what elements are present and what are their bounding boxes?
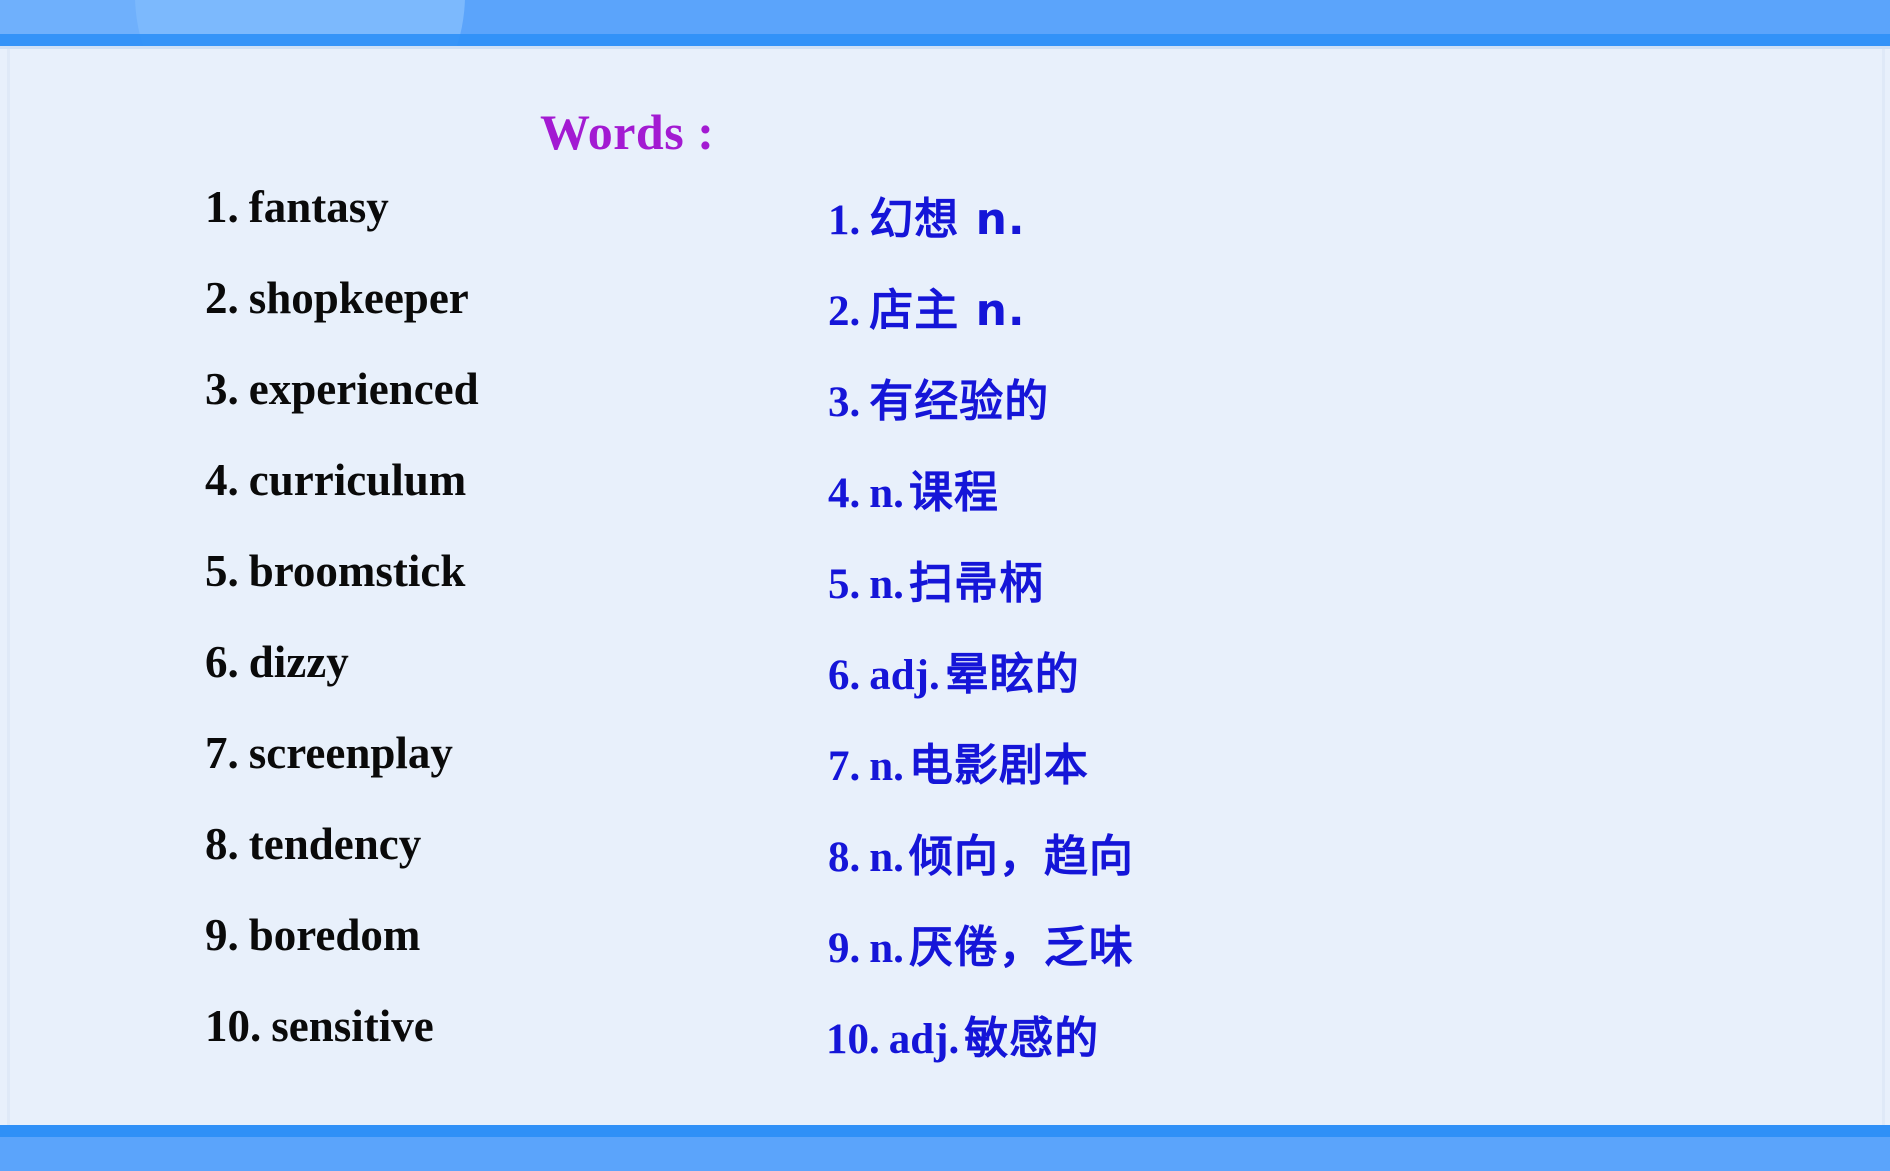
english-word: fantasy <box>248 182 389 232</box>
chinese-entry: 8. n. 倾向，趋向 <box>828 820 1134 884</box>
part-of-speech: n. <box>869 834 904 881</box>
chinese-entry: 5. n. 扫帚柄 <box>828 547 1044 611</box>
chinese-gloss: 电影剧本 <box>908 740 1089 791</box>
part-of-speech: n. <box>869 561 904 608</box>
english-word: broomstick <box>248 546 466 596</box>
chinese-gloss: 厌倦，乏味 <box>908 922 1134 973</box>
chinese-entry: 2. 店主 n. <box>828 274 1026 338</box>
english-index: 8. <box>205 819 239 869</box>
vocabulary-row: 6. dizzy 6. adj. 晕眩的 <box>0 636 1890 727</box>
chinese-entry: 3. 有经验的 <box>828 365 1049 429</box>
page-title: Words : <box>540 104 715 160</box>
vocabulary-list: 1. fantasy 1. 幻想 n. 2. shopkeeper 2. 店主 n. 3… <box>0 181 1890 1091</box>
vocabulary-row: 1. fantasy 1. 幻想 n. <box>0 181 1890 272</box>
part-of-speech: n. <box>869 470 904 517</box>
vocabulary-row: 9. boredom 9. n. 厌倦，乏味 <box>0 909 1890 1000</box>
english-index: 9. <box>205 910 239 960</box>
english-word: tendency <box>248 819 422 869</box>
vocabulary-row: 10. sensitive 10. adj. 敏感的 <box>0 1000 1890 1091</box>
chinese-index: 9. <box>828 925 861 972</box>
chinese-index: 7. <box>828 743 861 790</box>
english-entry: 1. fantasy <box>205 181 389 233</box>
part-of-speech: adj. <box>888 1016 960 1063</box>
english-index: 3. <box>205 364 239 414</box>
english-entry: 5. broomstick <box>205 545 465 597</box>
english-word: sensitive <box>271 1001 434 1051</box>
chinese-gloss: 有经验的 <box>869 376 1050 427</box>
slide-content: Words : 1. fantasy 1. 幻想 n. 2. shopkeeper 2… <box>0 49 1890 1125</box>
english-entry: 9. boredom <box>205 909 420 961</box>
english-word: experienced <box>248 364 479 414</box>
vocabulary-row: 4. curriculum 4. n. 课程 <box>0 454 1890 545</box>
english-entry: 4. curriculum <box>205 454 466 506</box>
chinese-gloss: 课程 <box>908 467 999 518</box>
english-word: boredom <box>248 910 421 960</box>
chinese-entry: 7. n. 电影剧本 <box>828 729 1089 793</box>
vocabulary-row: 7. screenplay 7. n. 电影剧本 <box>0 727 1890 818</box>
chinese-gloss: 敏感的 <box>964 1013 1100 1064</box>
english-index: 7. <box>205 728 239 778</box>
chinese-index: 3. <box>828 379 861 426</box>
chinese-gloss: 幻想 n. <box>869 194 1026 245</box>
vocabulary-row: 5. broomstick 5. n. 扫帚柄 <box>0 545 1890 636</box>
chinese-gloss: 扫帚柄 <box>908 558 1044 609</box>
english-word: curriculum <box>248 455 467 505</box>
english-index: 1. <box>205 182 239 232</box>
part-of-speech: n. <box>869 743 904 790</box>
vocabulary-row: 3. experienced 3. 有经验的 <box>0 363 1890 454</box>
english-word: screenplay <box>248 728 453 778</box>
top-band-rule <box>0 34 1890 46</box>
english-entry: 6. dizzy <box>205 636 349 688</box>
vocabulary-row: 2. shopkeeper 2. 店主 n. <box>0 272 1890 363</box>
chinese-index: 4. <box>828 470 861 517</box>
chinese-gloss: 倾向，趋向 <box>908 831 1134 882</box>
chinese-entry: 4. n. 课程 <box>828 456 999 520</box>
english-index: 2. <box>205 273 239 323</box>
part-of-speech: n. <box>869 925 904 972</box>
chinese-index: 1. <box>828 197 861 244</box>
chinese-index: 5. <box>828 561 861 608</box>
slide-canvas: Words : 1. fantasy 1. 幻想 n. 2. shopkeeper 2… <box>0 0 1890 1171</box>
english-word: shopkeeper <box>248 273 469 323</box>
english-entry: 7. screenplay <box>205 727 453 779</box>
english-word: dizzy <box>248 637 349 687</box>
chinese-entry: 9. n. 厌倦，乏味 <box>828 911 1134 975</box>
top-decorative-band <box>0 0 1890 46</box>
bottom-decorative-band <box>0 1137 1890 1171</box>
vocabulary-row: 8. tendency 8. n. 倾向，趋向 <box>0 818 1890 909</box>
chinese-index: 10. <box>826 1016 880 1063</box>
english-index: 5. <box>205 546 239 596</box>
chinese-gloss: 晕眩的 <box>944 649 1080 700</box>
chinese-entry: 10. adj. 敏感的 <box>826 1002 1099 1066</box>
chinese-gloss: 店主 n. <box>869 285 1026 336</box>
english-entry: 2. shopkeeper <box>205 272 469 324</box>
english-index: 6. <box>205 637 239 687</box>
part-of-speech: adj. <box>869 652 940 699</box>
chinese-index: 6. <box>828 652 861 699</box>
english-entry: 10. sensitive <box>205 1000 434 1052</box>
english-entry: 8. tendency <box>205 818 421 870</box>
chinese-index: 2. <box>828 288 861 335</box>
chinese-index: 8. <box>828 834 861 881</box>
english-entry: 3. experienced <box>205 363 479 415</box>
english-index: 10. <box>205 1001 262 1051</box>
bottom-band-rule <box>0 1125 1890 1137</box>
english-index: 4. <box>205 455 239 505</box>
chinese-entry: 1. 幻想 n. <box>828 183 1026 247</box>
chinese-entry: 6. adj. 晕眩的 <box>828 638 1080 702</box>
